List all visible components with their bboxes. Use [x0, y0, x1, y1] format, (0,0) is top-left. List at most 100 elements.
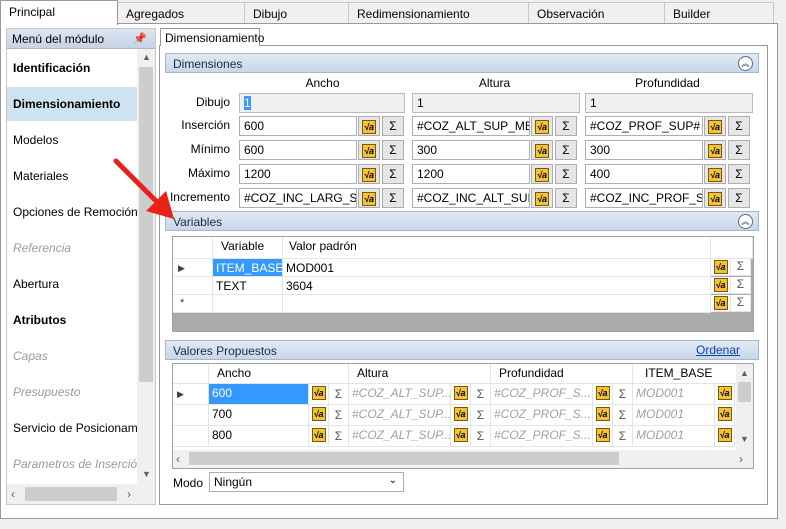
- formula-icon[interactable]: √a: [358, 188, 380, 208]
- minimo-altura-field[interactable]: 300: [412, 140, 530, 160]
- tab-agregados[interactable]: Agregados: [117, 2, 245, 24]
- scroll-down-icon[interactable]: ▼: [142, 469, 151, 479]
- row-selector[interactable]: [173, 405, 209, 426]
- sidebar-horizontal-scrollbar[interactable]: ‹ ›: [7, 484, 155, 504]
- sum-icon[interactable]: Σ: [471, 426, 491, 447]
- formula-icon[interactable]: √a: [715, 405, 735, 426]
- item-base-cell[interactable]: MOD001: [633, 405, 715, 426]
- sum-icon[interactable]: Σ: [329, 405, 349, 426]
- sum-icon[interactable]: Σ: [731, 295, 751, 312]
- valor-cell-new[interactable]: [283, 295, 711, 313]
- ancho-cell[interactable]: 700: [209, 405, 309, 426]
- formula-icon[interactable]: √a: [531, 188, 553, 208]
- formula-icon[interactable]: √a: [711, 295, 731, 312]
- scroll-down-icon[interactable]: ▼: [740, 434, 749, 444]
- maximo-altura-field[interactable]: 1200: [412, 164, 530, 184]
- formula-icon[interactable]: √a: [309, 426, 329, 447]
- sidebar-horizontal-thumb[interactable]: [25, 487, 117, 501]
- tab-dimensionamiento[interactable]: Dimensionamiento: [160, 28, 264, 46]
- scroll-right-icon[interactable]: ›: [127, 487, 131, 501]
- insercion-profundidad-field[interactable]: #COZ_PROF_SUP#: [585, 116, 703, 136]
- formula-icon[interactable]: √a: [704, 140, 726, 160]
- valor-cell[interactable]: 3604: [283, 277, 711, 295]
- formula-icon[interactable]: √a: [358, 164, 380, 184]
- altura-cell[interactable]: #COZ_ALT_SUP...: [349, 384, 451, 405]
- row-selector[interactable]: [173, 277, 213, 295]
- formula-icon[interactable]: √a: [593, 405, 613, 426]
- sum-icon[interactable]: Σ: [728, 164, 750, 184]
- sum-icon[interactable]: Σ: [471, 405, 491, 426]
- formula-icon[interactable]: √a: [451, 384, 471, 405]
- sum-icon[interactable]: Σ: [555, 116, 577, 136]
- valores-vertical-scrollbar[interactable]: ▲ ▼: [736, 364, 753, 450]
- item-base-cell[interactable]: MOD001: [633, 384, 715, 405]
- formula-icon[interactable]: √a: [358, 140, 380, 160]
- sum-icon[interactable]: Σ: [613, 405, 633, 426]
- dibujo-altura-field[interactable]: 1: [412, 93, 580, 113]
- sidebar-item-abertura[interactable]: Abertura: [7, 267, 137, 301]
- formula-icon[interactable]: √a: [715, 384, 735, 405]
- formula-icon[interactable]: √a: [451, 426, 471, 447]
- formula-icon[interactable]: √a: [358, 116, 380, 136]
- formula-icon[interactable]: √a: [715, 426, 735, 447]
- sidebar-item-atributos[interactable]: Atributos: [7, 303, 137, 337]
- formula-icon[interactable]: √a: [593, 384, 613, 405]
- altura-cell[interactable]: #COZ_ALT_SUP...: [349, 405, 451, 426]
- valor-cell[interactable]: MOD001: [283, 259, 711, 277]
- formula-icon[interactable]: √a: [711, 277, 731, 294]
- sum-icon[interactable]: Σ: [329, 384, 349, 405]
- sum-icon[interactable]: Σ: [728, 140, 750, 160]
- altura-cell[interactable]: #COZ_ALT_SUP...: [349, 426, 451, 447]
- formula-icon[interactable]: √a: [704, 188, 726, 208]
- sidebar-item-servicio-posicionamiento[interactable]: Servicio de Posicionamiento: [7, 411, 137, 445]
- scroll-left-icon[interactable]: ‹: [176, 452, 180, 466]
- ancho-cell[interactable]: 600: [209, 384, 309, 405]
- sum-icon[interactable]: Σ: [471, 384, 491, 405]
- maximo-profundidad-field[interactable]: 400: [585, 164, 703, 184]
- sidebar-vertical-scrollbar[interactable]: ▲ ▼: [137, 49, 155, 484]
- profundidad-cell[interactable]: #COZ_PROF_S...: [491, 384, 593, 405]
- sidebar-item-dimensionamiento[interactable]: Dimensionamiento: [7, 87, 137, 121]
- ancho-cell[interactable]: 800: [209, 426, 309, 447]
- incremento-ancho-field[interactable]: #COZ_INC_LARG_S: [239, 188, 357, 208]
- dibujo-profundidad-field[interactable]: 1: [585, 93, 753, 113]
- variable-cell-new[interactable]: [213, 295, 283, 313]
- profundidad-cell[interactable]: #COZ_PROF_S...: [491, 426, 593, 447]
- formula-icon[interactable]: √a: [593, 426, 613, 447]
- scroll-left-icon[interactable]: ‹: [11, 487, 15, 501]
- scroll-right-icon[interactable]: ›: [739, 452, 743, 466]
- pin-icon[interactable]: 📌: [133, 32, 147, 45]
- minimo-ancho-field[interactable]: 600: [239, 140, 357, 160]
- sum-icon[interactable]: Σ: [382, 116, 404, 136]
- tab-dibujo[interactable]: Dibujo: [244, 2, 349, 24]
- profundidad-cell[interactable]: #COZ_PROF_S...: [491, 405, 593, 426]
- tab-principal[interactable]: Principal: [0, 0, 118, 25]
- formula-icon[interactable]: √a: [531, 116, 553, 136]
- new-row-selector[interactable]: *: [173, 295, 213, 313]
- incremento-altura-field[interactable]: #COZ_INC_ALT_SUI: [412, 188, 530, 208]
- sum-icon[interactable]: Σ: [382, 164, 404, 184]
- maximo-ancho-field[interactable]: 1200: [239, 164, 357, 184]
- item-base-cell[interactable]: MOD001: [633, 426, 715, 447]
- sum-icon[interactable]: Σ: [613, 384, 633, 405]
- row-selector[interactable]: ▶: [173, 259, 213, 277]
- tab-redimensionamiento[interactable]: Redimensionamiento: [348, 2, 529, 24]
- formula-icon[interactable]: √a: [531, 164, 553, 184]
- insercion-ancho-field[interactable]: 600: [239, 116, 357, 136]
- tab-builder[interactable]: Builder: [664, 2, 774, 24]
- sum-icon[interactable]: Σ: [731, 259, 751, 276]
- sum-icon[interactable]: Σ: [613, 426, 633, 447]
- minimo-profundidad-field[interactable]: 300: [585, 140, 703, 160]
- modo-select[interactable]: Ningún ⌄: [209, 472, 404, 492]
- formula-icon[interactable]: √a: [704, 164, 726, 184]
- formula-icon[interactable]: √a: [451, 405, 471, 426]
- dibujo-ancho-field[interactable]: 1: [239, 93, 405, 113]
- variable-cell[interactable]: ITEM_BASE: [213, 259, 283, 277]
- sum-icon[interactable]: Σ: [728, 188, 750, 208]
- row-selector[interactable]: ▶: [173, 384, 209, 405]
- tab-observacion[interactable]: Observación: [528, 2, 665, 24]
- valores-horizontal-thumb[interactable]: [189, 452, 619, 465]
- scroll-up-icon[interactable]: ▲: [142, 52, 151, 62]
- formula-icon[interactable]: √a: [531, 140, 553, 160]
- scroll-up-icon[interactable]: ▲: [740, 368, 749, 378]
